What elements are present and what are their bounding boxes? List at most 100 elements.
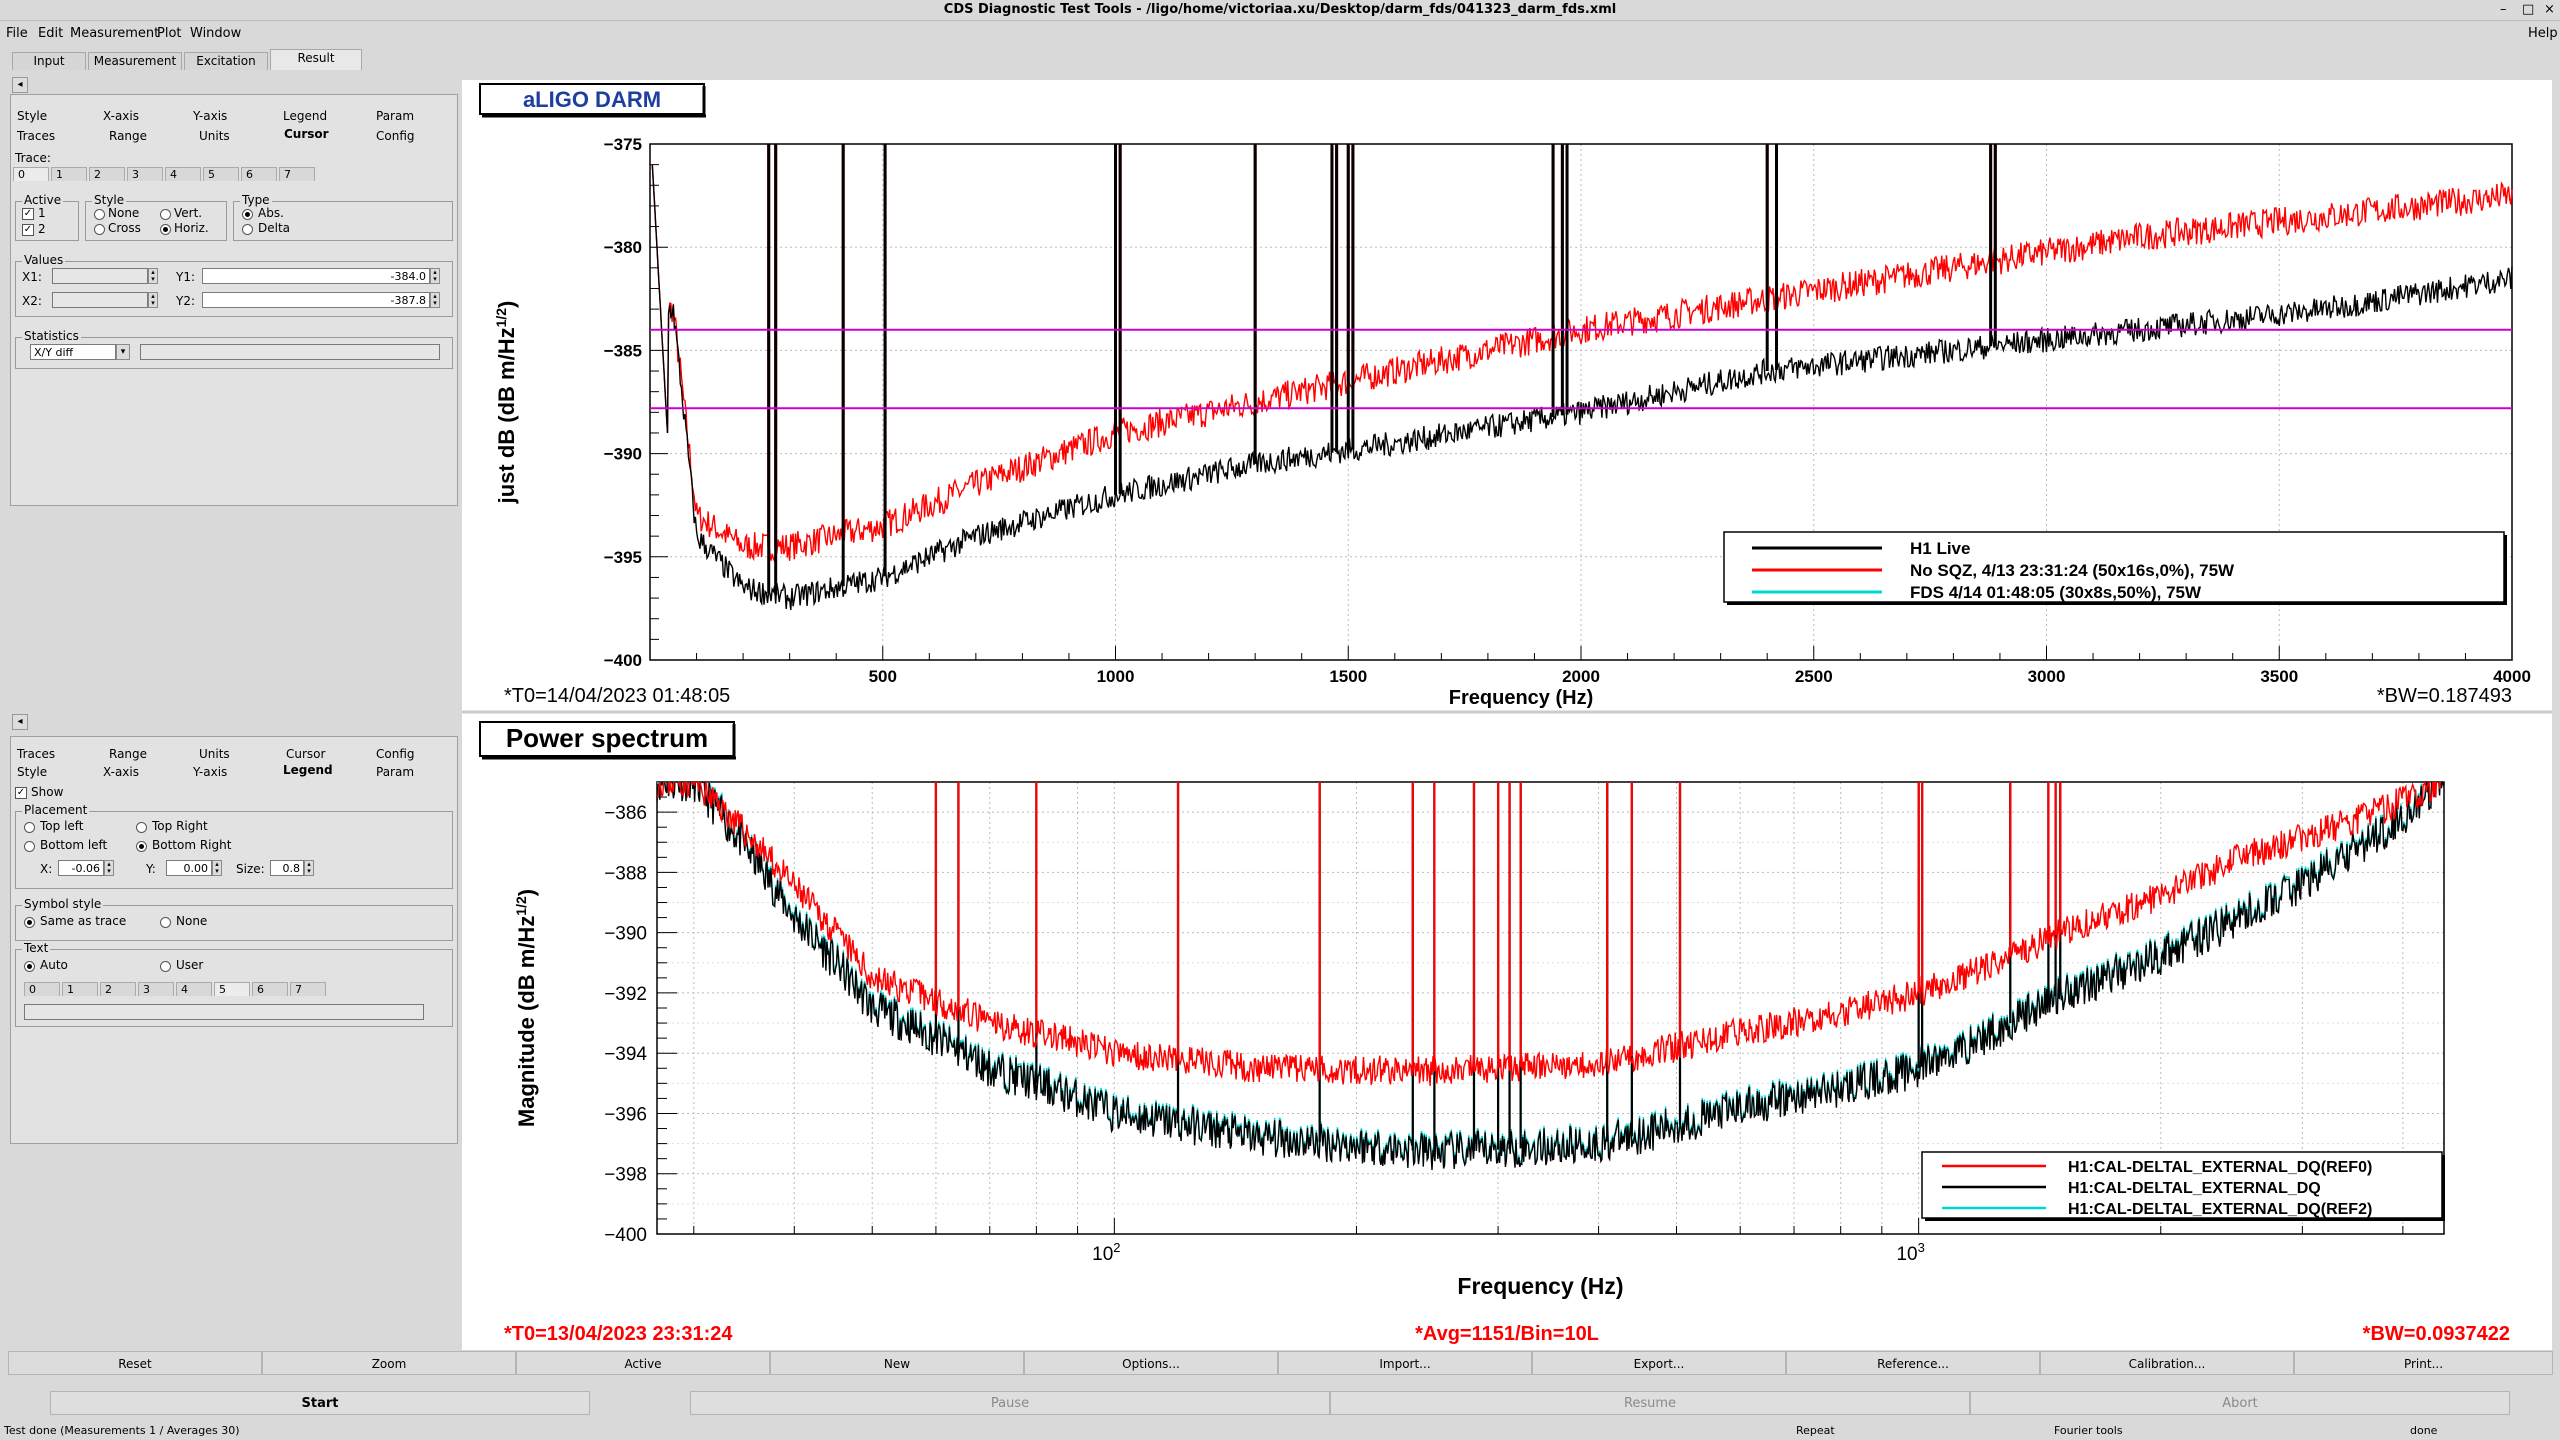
legend-text-tab-7[interactable]: 7 xyxy=(290,982,326,996)
style-vert-radio[interactable] xyxy=(160,209,171,220)
trace-tab-3[interactable]: 3 xyxy=(127,167,163,181)
export-button[interactable]: Export... xyxy=(1532,1351,1786,1375)
collapse-left-icon[interactable]: ◂ xyxy=(12,77,28,93)
y2-spinner[interactable]: ▴ ▾ xyxy=(430,292,440,308)
legend-size-field[interactable]: 0.8 xyxy=(270,860,304,876)
symbol-same-radio[interactable] xyxy=(24,917,35,928)
x2-spinner[interactable]: ▴ ▾ xyxy=(148,292,158,308)
tab-legend[interactable]: Legend xyxy=(283,109,327,123)
zoom-button[interactable]: Zoom xyxy=(262,1351,516,1375)
tab-param[interactable]: Param xyxy=(376,109,414,123)
style-horiz-radio[interactable] xyxy=(160,224,171,235)
tab-param-b[interactable]: Param xyxy=(376,765,414,779)
trace-tab-5[interactable]: 5 xyxy=(203,167,239,181)
legend-text-field[interactable] xyxy=(24,1004,424,1020)
tab-range[interactable]: Range xyxy=(109,129,147,143)
chevron-down-icon[interactable]: ▾ xyxy=(116,344,130,360)
legend-text-tab-6[interactable]: 6 xyxy=(252,982,288,996)
calibration-button[interactable]: Calibration... xyxy=(2040,1351,2294,1375)
legend-text-tab-5[interactable]: 5 xyxy=(214,982,250,996)
tab-x-axis-b[interactable]: X-axis xyxy=(103,765,139,779)
legend-text-tab-1[interactable]: 1 xyxy=(62,982,98,996)
y1-spinner[interactable]: ▴ ▾ xyxy=(430,268,440,284)
active-1-checkbox[interactable]: ✓ xyxy=(22,208,34,220)
tab-config[interactable]: Config xyxy=(376,129,415,143)
type-abs-radio[interactable] xyxy=(242,209,253,220)
tab-legend-b[interactable]: Legend xyxy=(283,763,333,777)
y1-field[interactable]: -384.0 xyxy=(202,268,430,284)
trace-tab-4[interactable]: 4 xyxy=(165,167,201,181)
menu-file[interactable]: File xyxy=(6,26,28,41)
tab-config-b[interactable]: Config xyxy=(376,747,415,761)
placement-bottom-right-radio[interactable] xyxy=(136,841,147,852)
placement-top-left-radio[interactable] xyxy=(24,822,35,833)
legend-text-tab-3[interactable]: 3 xyxy=(138,982,174,996)
pause-button[interactable]: Pause xyxy=(690,1391,1330,1415)
tab-style[interactable]: Style xyxy=(17,109,47,123)
menu-measurement[interactable]: Measurement xyxy=(70,26,159,41)
tab-result[interactable]: Result xyxy=(270,49,362,70)
options-button[interactable]: Options... xyxy=(1024,1351,1278,1375)
active-2-checkbox[interactable]: ✓ xyxy=(22,224,34,236)
collapse-left-icon-bottom[interactable]: ◂ xyxy=(12,714,28,730)
menu-help[interactable]: Help xyxy=(2528,26,2558,41)
abort-button[interactable]: Abort xyxy=(1970,1391,2510,1415)
maximize-icon[interactable]: □ xyxy=(2522,2,2534,17)
new-button[interactable]: New xyxy=(770,1351,1024,1375)
active-button[interactable]: Active xyxy=(516,1351,770,1375)
plots-svg[interactable]: aLIGO DARM 500 1000 1500 2000 2500 3000 3500 400… xyxy=(462,80,2552,1350)
placement-bottom-left-radio[interactable] xyxy=(24,841,35,852)
legend-x-field[interactable]: -0.06 xyxy=(58,860,104,876)
tab-units-b[interactable]: Units xyxy=(199,747,230,761)
tab-y-axis[interactable]: Y-axis xyxy=(193,109,227,123)
legend-x-spinner[interactable]: ▴ ▾ xyxy=(104,860,114,876)
tab-style-b[interactable]: Style xyxy=(17,765,47,779)
style-cross-radio[interactable] xyxy=(94,224,105,235)
legend-y-spinner[interactable]: ▴ ▾ xyxy=(212,860,222,876)
trace-tab-2[interactable]: 2 xyxy=(89,167,125,181)
tab-units[interactable]: Units xyxy=(199,129,230,143)
statistics-select[interactable]: X/Y diff xyxy=(30,344,116,360)
reference-button[interactable]: Reference... xyxy=(1786,1351,2040,1375)
x2-field[interactable] xyxy=(52,292,148,308)
text-user-radio[interactable] xyxy=(160,961,171,972)
legend-y-field[interactable]: 0.00 xyxy=(166,860,212,876)
tab-measurement[interactable]: Measurement xyxy=(88,52,182,70)
trace-tab-1[interactable]: 1 xyxy=(51,167,87,181)
legend-show-checkbox[interactable]: ✓ xyxy=(15,787,27,799)
legend-text-tab-0[interactable]: 0 xyxy=(24,982,60,996)
x1-field[interactable] xyxy=(52,268,148,284)
tab-cursor-b[interactable]: Cursor xyxy=(286,747,325,761)
legend-text-tab-2[interactable]: 2 xyxy=(100,982,136,996)
y2-field[interactable]: -387.8 xyxy=(202,292,430,308)
tab-x-axis[interactable]: X-axis xyxy=(103,109,139,123)
tab-input[interactable]: Input xyxy=(12,52,86,70)
type-delta-radio[interactable] xyxy=(242,224,253,235)
x1-spinner[interactable]: ▴ ▾ xyxy=(148,268,158,284)
menu-plot[interactable]: Plot xyxy=(157,26,182,41)
reset-button[interactable]: Reset xyxy=(8,1351,262,1375)
tab-range-b[interactable]: Range xyxy=(109,747,147,761)
trace-tab-6[interactable]: 6 xyxy=(241,167,277,181)
menu-window[interactable]: Window xyxy=(190,26,241,41)
trace-tab-0[interactable]: 0 xyxy=(13,167,49,181)
legend-text-tab-4[interactable]: 4 xyxy=(176,982,212,996)
text-auto-radio[interactable] xyxy=(24,961,35,972)
trace-tab-7[interactable]: 7 xyxy=(279,167,315,181)
close-icon[interactable]: × xyxy=(2544,2,2555,17)
tab-traces-b[interactable]: Traces xyxy=(17,747,55,761)
tab-cursor[interactable]: Cursor xyxy=(284,127,329,141)
symbol-none-radio[interactable] xyxy=(160,917,171,928)
resume-button[interactable]: Resume xyxy=(1330,1391,1970,1415)
import-button[interactable]: Import... xyxy=(1278,1351,1532,1375)
tab-traces[interactable]: Traces xyxy=(17,129,55,143)
menu-edit[interactable]: Edit xyxy=(38,26,63,41)
tab-y-axis-b[interactable]: Y-axis xyxy=(193,765,227,779)
tab-excitation[interactable]: Excitation xyxy=(184,52,268,70)
minimize-icon[interactable]: – xyxy=(2500,2,2507,17)
placement-top-right-radio[interactable] xyxy=(136,822,147,833)
style-none-radio[interactable] xyxy=(94,209,105,220)
legend-size-spinner[interactable]: ▴ ▾ xyxy=(304,860,314,876)
start-button[interactable]: Start xyxy=(50,1391,590,1415)
print-button[interactable]: Print... xyxy=(2294,1351,2553,1375)
